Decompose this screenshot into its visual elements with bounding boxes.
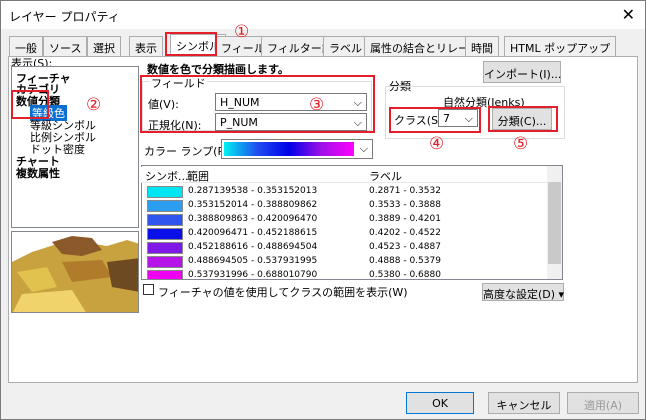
highlight-field-group <box>140 75 375 133</box>
class-range: 0.452188616 - 0.488694504 <box>188 242 318 252</box>
class-label: 0.3533 - 0.3888 <box>369 200 441 210</box>
class-swatch[interactable] <box>147 256 183 268</box>
chevron-down-icon: ⌵ <box>359 142 368 155</box>
class-row[interactable]: 0.452188616 - 0.488694504 0.4523 - 0.4887 <box>143 241 543 255</box>
tab-selection[interactable]: 選択 <box>87 36 121 56</box>
class-row[interactable]: 0.388809863 - 0.420096470 0.3889 - 0.4201 <box>143 213 543 227</box>
class-swatch[interactable] <box>147 186 183 198</box>
color-ramp-swatch <box>224 142 354 156</box>
ok-button[interactable]: OK <box>406 392 474 414</box>
tab-general[interactable]: 一般 <box>9 36 43 56</box>
class-swatch[interactable] <box>147 228 183 240</box>
show-range-checkbox[interactable] <box>143 284 154 295</box>
class-row[interactable]: 0.420096471 - 0.452188615 0.4202 - 0.4522 <box>143 227 543 241</box>
class-swatch[interactable] <box>147 200 183 212</box>
class-range: 0.537931996 - 0.688010790 <box>188 270 318 279</box>
window-title: レイヤー プロパティ <box>9 10 120 24</box>
class-label: 0.4888 - 0.5379 <box>369 256 441 266</box>
layer-properties-dialog: レイヤー プロパティ ✕ 一般 ソース 選択 表示 シンボル フィールド フィル… <box>0 0 646 420</box>
class-range: 0.420096471 - 0.452188615 <box>188 228 318 238</box>
class-list-header: シンボ... 範囲 ラベル <box>141 167 561 183</box>
class-row[interactable]: 0.353152014 - 0.388809862 0.3533 - 0.3888 <box>143 199 543 213</box>
import-button[interactable]: インポート(I)... <box>483 61 561 83</box>
class-row[interactable]: 0.537931996 - 0.688010790 0.5380 - 0.6880 <box>143 269 543 279</box>
highlight-quantities <box>11 90 49 119</box>
class-label: 0.3889 - 0.4201 <box>369 214 441 224</box>
tab-source[interactable]: ソース <box>43 36 88 56</box>
highlight-classes <box>389 107 481 133</box>
marker-1: ① <box>234 22 250 42</box>
class-label: 0.5380 - 0.6880 <box>369 270 441 279</box>
highlight-symbology-tab <box>165 32 217 56</box>
color-ramp-select[interactable]: ⌵ <box>221 139 373 159</box>
tab-time[interactable]: 時間 <box>465 36 499 56</box>
header-symbol[interactable]: シンボ... <box>145 168 189 184</box>
tab-labels[interactable]: ラベル <box>323 36 368 56</box>
class-row[interactable]: 0.287139538 - 0.353152013 0.2871 - 0.3532 <box>143 185 543 199</box>
class-range: 0.287139538 - 0.353152013 <box>188 186 318 196</box>
class-range: 0.388809863 - 0.420096470 <box>188 214 318 224</box>
class-range: 0.488694505 - 0.537931995 <box>188 256 318 266</box>
marker-4: ④ <box>429 134 445 154</box>
marker-5: ⑤ <box>513 134 529 154</box>
preview-map-image <box>11 231 139 313</box>
tab-display[interactable]: 表示 <box>129 36 163 56</box>
class-label: 0.4202 - 0.4522 <box>369 228 441 238</box>
header-label[interactable]: ラベル <box>369 168 402 184</box>
highlight-classify-button <box>488 106 558 132</box>
cancel-button[interactable]: キャンセル <box>488 392 560 414</box>
class-swatch[interactable] <box>147 270 183 279</box>
header-range[interactable]: 範囲 <box>187 168 209 184</box>
map-preview-graphic <box>12 232 138 312</box>
class-swatch[interactable] <box>147 214 183 226</box>
class-label: 0.4523 - 0.4887 <box>369 242 441 252</box>
title-bar: レイヤー プロパティ ✕ <box>1 1 645 29</box>
class-range: 0.353152014 - 0.388809862 <box>188 200 318 210</box>
list-scrollbar[interactable] <box>547 166 562 279</box>
scrollbar-thumb[interactable] <box>548 182 561 264</box>
tree-item-multiple-attributes[interactable]: 複数属性 <box>16 165 60 181</box>
show-range-label: フィーチャの値を使用してクラスの範囲を表示(W) <box>158 286 408 299</box>
class-swatch[interactable] <box>147 242 183 254</box>
advanced-button[interactable]: 高度な設定(D) ▾ <box>482 283 564 301</box>
class-label: 0.2871 - 0.3532 <box>369 186 441 196</box>
marker-2: ② <box>86 95 102 115</box>
color-ramp-label: カラー ランプ(R): <box>144 145 234 158</box>
marker-3: ③ <box>309 95 325 115</box>
close-icon[interactable]: ✕ <box>622 5 635 24</box>
tab-html-popup[interactable]: HTML ポップアップ <box>504 36 617 56</box>
class-row[interactable]: 0.488694505 - 0.537931995 0.4888 - 0.5379 <box>143 255 543 269</box>
apply-button[interactable]: 適用(A) <box>567 392 639 414</box>
